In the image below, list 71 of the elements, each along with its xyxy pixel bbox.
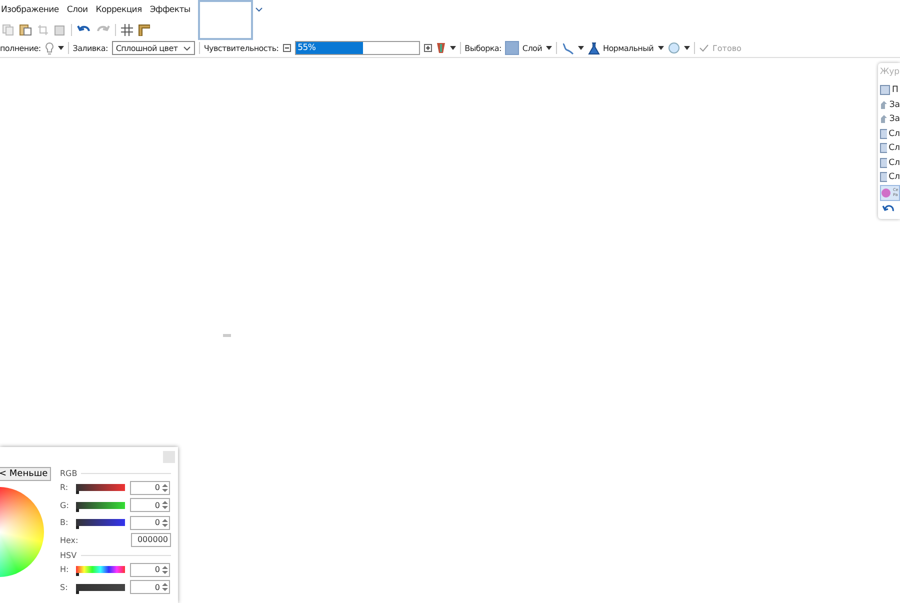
plus-icon[interactable]	[424, 44, 432, 52]
caret-icon[interactable]	[546, 46, 552, 50]
circle-icon	[881, 188, 891, 198]
history-item[interactable]: За	[880, 98, 900, 112]
arrow-icon	[880, 100, 888, 110]
channel-spinbox[interactable]: 0	[130, 516, 170, 530]
fill-dropdown[interactable]: Сплошной цвет	[112, 41, 195, 55]
channel-label: S:	[60, 582, 69, 592]
sampling-label: Выборка:	[464, 44, 502, 52]
image-thumbnail[interactable]	[198, 0, 254, 40]
hex-label: Hex:	[60, 536, 76, 545]
tolerance-label: Чувствительность:	[204, 44, 279, 52]
layer-icon	[880, 128, 887, 139]
spinner-arrows-icon	[162, 500, 168, 510]
layer-icon	[880, 172, 887, 182]
channel-slider[interactable]	[76, 502, 125, 509]
chevron-down-icon[interactable]	[255, 7, 264, 13]
history-item[interactable]: П	[880, 83, 900, 98]
hex-field[interactable]: 000000	[131, 533, 171, 548]
panel-title: Жур	[880, 67, 900, 79]
caret-icon[interactable]	[578, 46, 584, 50]
layer-icon	[880, 143, 887, 154]
grid-icon[interactable]	[121, 24, 133, 36]
channel-spinbox[interactable]: 0	[130, 498, 170, 512]
paste-icon[interactable]	[19, 23, 32, 36]
history-item[interactable]: Сл	[880, 156, 900, 170]
spinner-arrows-icon	[162, 582, 168, 592]
layer-icon	[880, 158, 887, 168]
menu-item[interactable]: Эффекты	[150, 0, 190, 15]
cursor-mark	[223, 334, 231, 337]
channel-label: G:	[60, 500, 70, 510]
layer-icon	[880, 85, 890, 96]
channel-slider[interactable]	[76, 584, 125, 591]
spinner-arrows-icon	[162, 518, 168, 528]
arrow-icon	[880, 114, 888, 124]
spinner-arrows-icon	[162, 564, 168, 575]
flask-icon	[588, 42, 600, 54]
ruler-icon[interactable]	[138, 24, 150, 36]
history-item[interactable]: Сл	[880, 141, 900, 156]
history-item[interactable]: Сл	[880, 170, 900, 184]
channel-label: B:	[60, 518, 70, 528]
caret-icon[interactable]	[58, 46, 64, 50]
channel-slider[interactable]	[76, 519, 125, 526]
channel-spinbox[interactable]: 0	[130, 480, 170, 495]
history-item[interactable]: За	[880, 112, 900, 126]
chevron-down-icon	[182, 46, 191, 50]
channel-spinbox[interactable]: 0	[130, 580, 170, 594]
caret-icon[interactable]	[658, 46, 664, 50]
sampling-dropdown[interactable]: Слой	[505, 41, 542, 55]
channel-label: R:	[60, 483, 70, 492]
channel-slider[interactable]	[76, 484, 125, 492]
channel-label: H:	[60, 565, 70, 574]
menu-item[interactable]: Изображение	[1, 0, 59, 15]
spinner-arrows-icon	[162, 482, 168, 493]
minus-icon[interactable]	[282, 44, 291, 52]
caret-icon[interactable]	[684, 46, 690, 50]
menu-item[interactable]: Коррекция	[96, 0, 142, 15]
check-icon	[698, 44, 709, 52]
bucket-icon[interactable]	[436, 42, 446, 54]
group-title: HSV	[60, 550, 77, 560]
menu-item[interactable]: Слои	[66, 0, 88, 15]
history-item[interactable]: Сл	[880, 126, 900, 141]
tolerance-slider[interactable]: 55%	[294, 41, 420, 55]
less-button[interactable]: < Меньше	[0, 467, 51, 481]
caret-icon[interactable]	[450, 46, 456, 50]
channel-spinbox[interactable]: 0	[130, 562, 170, 577]
antialiasing-label: полнение:	[0, 44, 41, 52]
fill-label: Заливка:	[72, 44, 108, 52]
blend-mode-dropdown[interactable]: Нормальный	[588, 42, 654, 54]
channel-slider[interactable]	[76, 566, 125, 574]
group-title: RGB	[60, 468, 78, 478]
